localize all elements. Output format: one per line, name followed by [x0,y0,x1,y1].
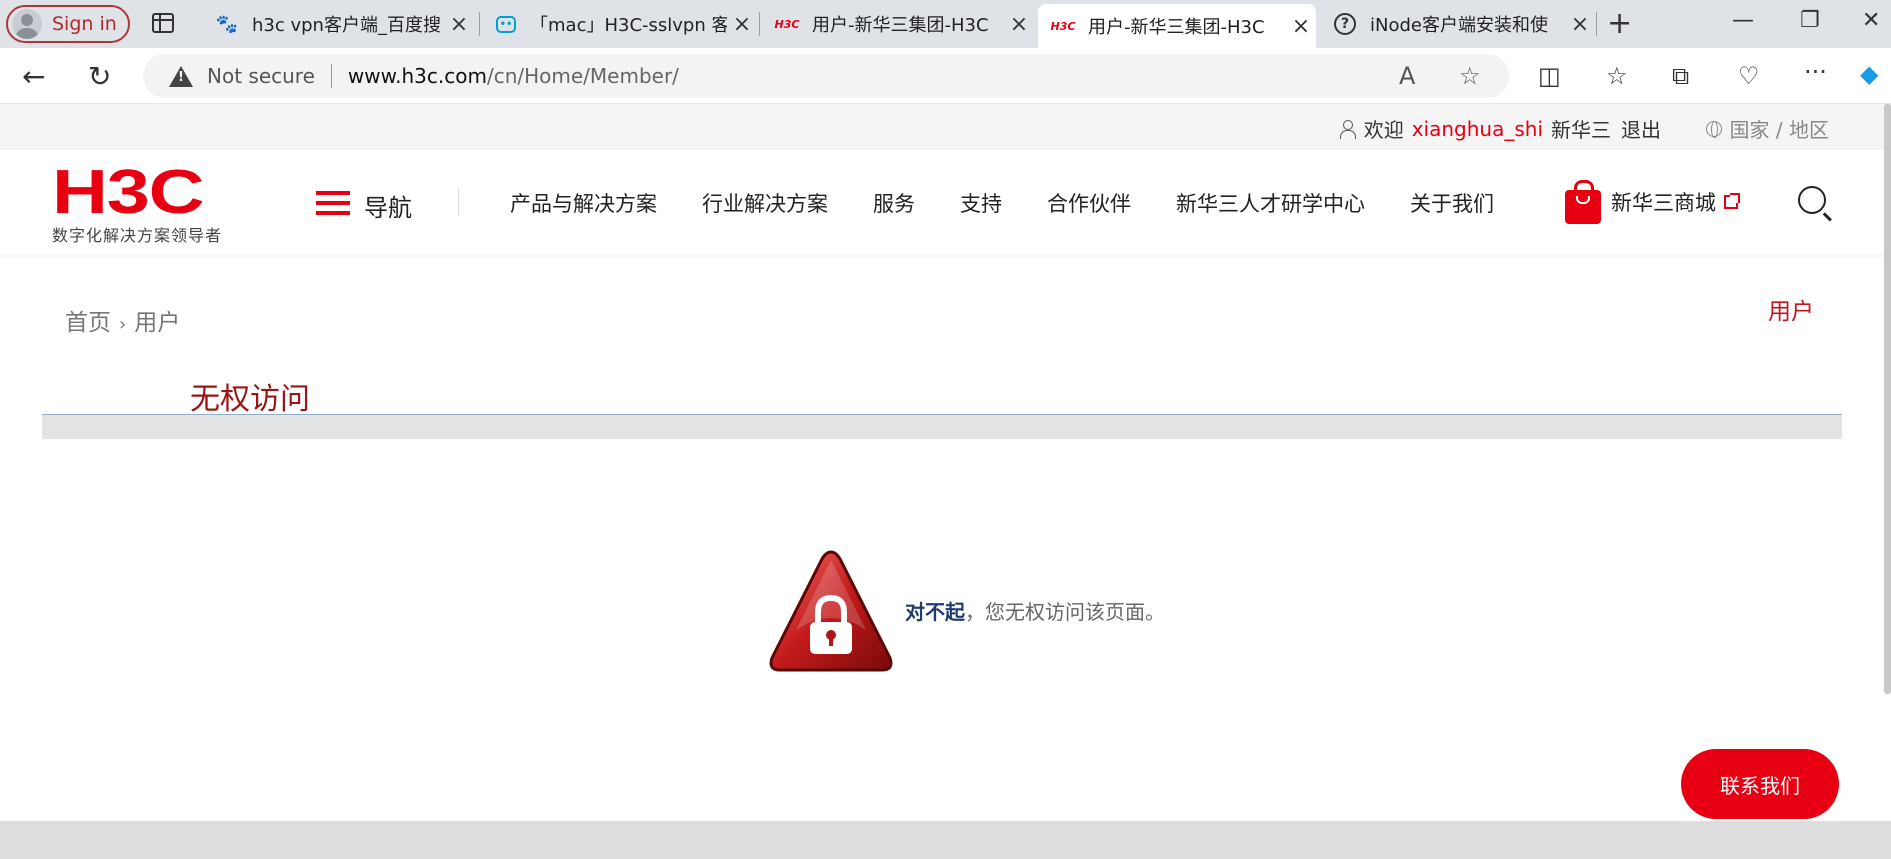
menu-item-partners[interactable]: 合作伙伴 [1047,188,1131,218]
tab-bilibili[interactable]: •• 「mac」H3C-sslvpn 客户 × [482,0,757,48]
menu-item-talent[interactable]: 新华三人才研学中心 [1176,188,1365,218]
section-title: 用户 [1768,299,1814,325]
shop-label: 新华三商城 [1611,191,1716,215]
browser-tab-bar: Sign in 🐾 h3c vpn客户端_百度搜 × •• 「mac」H3C-s… [0,0,1891,48]
split-screen-icon[interactable]: ◫ [1538,62,1561,90]
main-menu: 产品与解决方案 行业解决方案 服务 支持 合作伙伴 新华三人才研学中心 关于我们 [510,188,1539,218]
logo-slogan: 数字化解决方案领导者 [52,226,223,245]
tab-baidu[interactable]: 🐾 h3c vpn客户端_百度搜 × [202,0,474,48]
copilot-icon[interactable]: ◆ [1860,60,1878,88]
menu-item-about[interactable]: 关于我们 [1410,188,1494,218]
tab-divider [1596,12,1597,36]
address-bar-row: ← ↻ Not secure www.h3c.com /cn/Home/Memb… [0,48,1891,104]
breadcrumb-separator: › [119,314,127,335]
h3c-icon: H3C [774,17,800,31]
user-strip: 欢迎 xianghua_shi 新华三 退出 国家 / 地区 [0,104,1891,150]
region-selector[interactable]: 国家 / 地区 [1705,114,1829,143]
warning-icon [169,65,193,87]
company-text: 新华三 [1551,118,1611,142]
footer-band [0,821,1891,859]
h3c-icon: H3C [1050,19,1076,33]
breadcrumb-home[interactable]: 首页 [65,310,111,336]
url-divider [330,64,332,88]
url-host: www.h3c.com [347,64,487,88]
globe-icon [1705,120,1722,138]
collections-icon[interactable]: ⧉ [1672,62,1689,90]
window-close-icon[interactable]: ✕ [1862,8,1880,33]
close-icon[interactable]: × [1286,14,1316,39]
tab-inode[interactable]: ? iNode客户端安装和使 × [1320,0,1595,48]
breadcrumb-current: 用户 [134,310,181,336]
contact-us-button[interactable]: 联系我们 [1681,749,1839,819]
back-icon[interactable]: ← [22,60,45,93]
lock-warning-icon [766,546,896,678]
read-aloud-icon[interactable]: A [1399,62,1415,90]
person-icon [1339,119,1356,139]
external-link-icon [1724,193,1740,209]
baidu-icon: 🐾 [215,13,239,35]
site-header: H3C 数字化解决方案领导者 导航 产品与解决方案 行业解决方案 服务 支持 合… [0,150,1891,254]
tab-title: 用户-新华三集团-H3C [812,15,989,36]
sign-in-button[interactable]: Sign in [6,5,130,43]
favorite-star-icon[interactable]: ☆ [1459,62,1481,90]
username-link[interactable]: xianghua_shi [1412,117,1543,141]
close-icon[interactable]: × [1004,12,1034,37]
user-info: 欢迎 xianghua_shi 新华三 退出 [1339,114,1661,143]
bilibili-icon: •• [496,15,516,33]
tab-title: 用户-新华三集团-H3C [1088,17,1265,38]
message-emphasis: 对不起 [905,600,965,624]
access-denied-message: 对不起，您无权访问该页面。 [905,596,1165,625]
new-tab-icon[interactable]: + [1607,6,1632,41]
shop-link[interactable]: 新华三商城 [1565,180,1740,224]
browser-essentials-icon[interactable]: ♡ [1738,62,1760,90]
tab-title: h3c vpn客户端_百度搜 [252,15,441,36]
refresh-icon[interactable]: ↻ [88,60,111,93]
menu-item-support[interactable]: 支持 [960,188,1002,218]
tab-title: 「mac」H3C-sslvpn 客户 [530,15,727,36]
shopping-bag-icon [1565,180,1601,224]
tab-h3c-1[interactable]: H3C 用户-新华三集团-H3C × [762,0,1034,48]
nav-divider [458,188,459,216]
url-input[interactable]: Not secure www.h3c.com /cn/Home/Member/ … [143,54,1509,98]
restore-icon[interactable]: ❐ [1800,8,1820,33]
tab-divider [759,12,760,36]
menu-item-service[interactable]: 服务 [873,188,915,218]
tab-h3c-active[interactable]: H3C 用户-新华三集团-H3C × [1038,4,1316,48]
gray-band [42,415,1842,439]
nav-toggle-label[interactable]: 导航 [364,188,412,223]
close-icon[interactable]: × [1565,12,1595,37]
message-text: ，您无权访问该页面。 [965,600,1165,624]
minimize-icon[interactable]: — [1732,8,1754,33]
region-label: 国家 / 地区 [1729,118,1829,142]
sign-in-label: Sign in [52,13,117,35]
security-label: Not secure [207,64,315,88]
url-path: /cn/Home/Member/ [486,64,679,88]
logout-link[interactable]: 退出 [1621,114,1661,143]
hamburger-icon[interactable] [316,191,350,215]
help-icon: ? [1334,13,1356,35]
menu-item-industry[interactable]: 行业解决方案 [702,188,828,218]
tab-divider [479,12,480,36]
search-icon[interactable] [1798,186,1826,214]
scrollbar[interactable] [1884,104,1891,694]
page-title: 无权访问 [190,382,310,417]
more-icon[interactable]: ··· [1804,58,1827,86]
close-icon[interactable]: × [727,12,757,37]
tab-actions-icon[interactable] [152,13,174,33]
breadcrumb: 首页 › 用户 [65,303,180,337]
avatar-icon [12,9,42,39]
tab-title: iNode客户端安装和使 [1370,15,1548,36]
close-icon[interactable]: × [444,12,474,37]
menu-item-products[interactable]: 产品与解决方案 [510,188,657,218]
favorites-icon[interactable]: ☆ [1606,62,1628,90]
welcome-text: 欢迎 [1363,118,1404,142]
h3c-logo[interactable]: H3C [52,162,205,224]
